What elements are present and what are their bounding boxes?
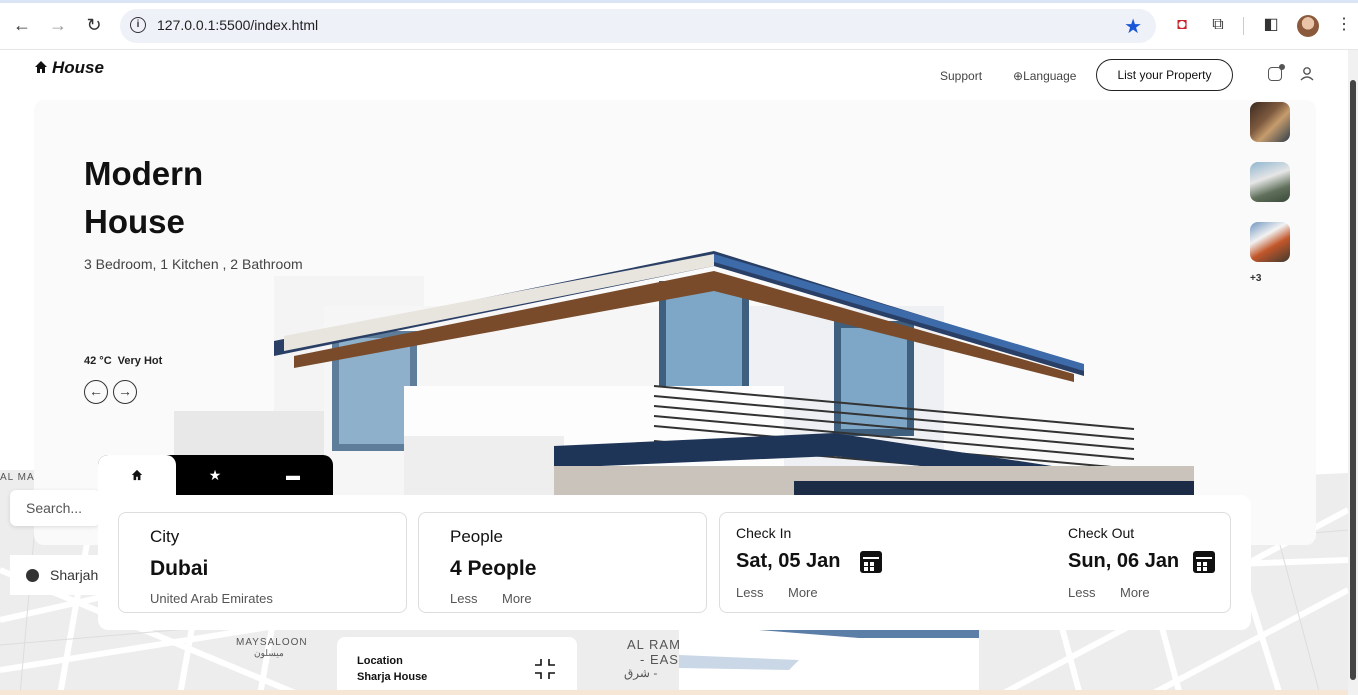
extension-icon[interactable]: ◘	[1171, 14, 1193, 36]
location-dot-icon	[26, 569, 39, 582]
hero-subtitle: 3 Bedroom, 1 Kitchen , 2 Bathroom	[84, 256, 303, 272]
weather-info: 42 °C Very Hot	[84, 355, 162, 367]
map-location-item[interactable]: Sharjah	[10, 555, 100, 595]
location-label: Sharjah	[50, 567, 99, 583]
map-label: AL RAM	[627, 637, 681, 652]
property-image-card[interactable]	[679, 630, 979, 695]
booking-card: City Dubai United Arab Emirates People 4…	[98, 495, 1251, 630]
hero-title: Modern House	[84, 150, 284, 246]
map-label: AL MA	[0, 472, 35, 483]
message-icon: ▬	[286, 467, 300, 483]
city-label: City	[150, 527, 180, 546]
next-arrow-button[interactable]: →	[113, 380, 137, 404]
people-value: 4 People	[450, 557, 537, 580]
site-logo[interactable]: House	[34, 58, 104, 78]
check-out-value: Sun, 06 Jan	[1068, 550, 1180, 572]
nav-support[interactable]: Support	[940, 69, 982, 83]
list-property-button[interactable]: List your Property	[1096, 59, 1233, 91]
city-country: United Arab Emirates	[150, 591, 273, 606]
check-out-label: Check Out	[1068, 525, 1135, 541]
tab-strip	[0, 0, 1358, 3]
home-icon	[131, 469, 143, 481]
map-label: MAYSALOON	[236, 637, 308, 648]
home-icon	[35, 61, 47, 73]
globe-icon: ⊕	[1013, 69, 1024, 83]
scrollbar[interactable]	[1348, 50, 1358, 695]
prev-arrow-button[interactable]: ←	[84, 380, 108, 404]
temperature: 42 °C	[84, 355, 112, 367]
date-selector[interactable]: Check In Sat, 05 Jan Less More Check Out…	[719, 512, 1231, 613]
check-out-more-button[interactable]: More	[1120, 585, 1150, 600]
calendar-icon[interactable]	[1193, 551, 1215, 573]
site-info-icon[interactable]: i	[130, 17, 146, 33]
bookmark-star-icon[interactable]: ★	[1124, 14, 1142, 39]
star-icon: ★	[208, 467, 222, 483]
check-out-less-button[interactable]: Less	[1068, 585, 1095, 600]
check-in-value: Sat, 05 Jan	[736, 550, 841, 572]
more-photos-count[interactable]: +3	[1250, 273, 1261, 284]
profile-avatar[interactable]	[1297, 15, 1319, 37]
map-search-input[interactable]: Search...	[10, 490, 100, 526]
location-card-title: Location	[357, 655, 403, 667]
people-less-button[interactable]: Less	[450, 591, 477, 606]
people-selector[interactable]: People 4 People Less More	[418, 512, 707, 613]
check-in-less-button[interactable]: Less	[736, 585, 763, 600]
reload-icon[interactable]: ↻	[82, 13, 106, 37]
thumbnail-list	[1250, 102, 1290, 282]
location-card-name: Sharja House	[357, 671, 428, 683]
check-in-more-button[interactable]: More	[788, 585, 818, 600]
logo-text: House	[52, 58, 104, 77]
nav-language-label: Language	[1023, 69, 1077, 83]
city-selector[interactable]: City Dubai United Arab Emirates	[118, 512, 407, 613]
bottom-strip	[0, 690, 1348, 695]
address-bar[interactable]: i 127.0.0.1:5500/index.html ★	[120, 9, 1156, 43]
weather-status: Very Hot	[117, 355, 163, 367]
category-tabs: ★ ▬	[98, 455, 333, 495]
user-icon[interactable]	[1300, 66, 1314, 82]
calendar-icon[interactable]	[860, 551, 882, 573]
hero-title-line: House	[84, 203, 185, 240]
map-label: - EAS	[640, 652, 679, 667]
thumbnail[interactable]	[1250, 222, 1290, 262]
menu-kebab-icon[interactable]: ⋮	[1333, 14, 1355, 36]
location-card[interactable]: Location Sharja House	[337, 637, 577, 695]
page: MAYSALOON ميسلون AL RAM - EAS شرق - AL M…	[0, 50, 1348, 695]
extensions-puzzle-icon[interactable]: ⧉	[1207, 14, 1229, 36]
nav-language[interactable]: ⊕Language	[1013, 69, 1076, 83]
back-icon[interactable]: ←	[10, 13, 34, 37]
property-image	[679, 630, 979, 695]
thumbnail[interactable]	[1250, 102, 1290, 142]
city-value: Dubai	[150, 557, 209, 580]
tab-home[interactable]	[98, 455, 176, 495]
people-more-button[interactable]: More	[502, 591, 532, 606]
browser-toolbar: ← → ↻ i 127.0.0.1:5500/index.html ★ ◘ ⧉ …	[0, 0, 1358, 50]
toolbar-divider	[1243, 17, 1244, 35]
side-panel-icon[interactable]: ◧	[1260, 14, 1282, 36]
forward-icon[interactable]: →	[46, 13, 70, 37]
scrollbar-thumb[interactable]	[1350, 80, 1356, 680]
map-label: شرق -	[624, 666, 658, 680]
people-label: People	[450, 527, 503, 546]
map-label: ميسلون	[254, 648, 284, 658]
hero-title-line: Modern	[84, 155, 204, 192]
tab-messages[interactable]: ▬	[254, 455, 332, 495]
url-text[interactable]: 127.0.0.1:5500/index.html	[157, 17, 318, 33]
tab-favorites[interactable]: ★	[176, 455, 254, 495]
thumbnail[interactable]	[1250, 162, 1290, 202]
check-in-label: Check In	[736, 525, 792, 541]
notification-icon[interactable]	[1268, 64, 1285, 81]
collapse-icon[interactable]	[533, 657, 557, 681]
